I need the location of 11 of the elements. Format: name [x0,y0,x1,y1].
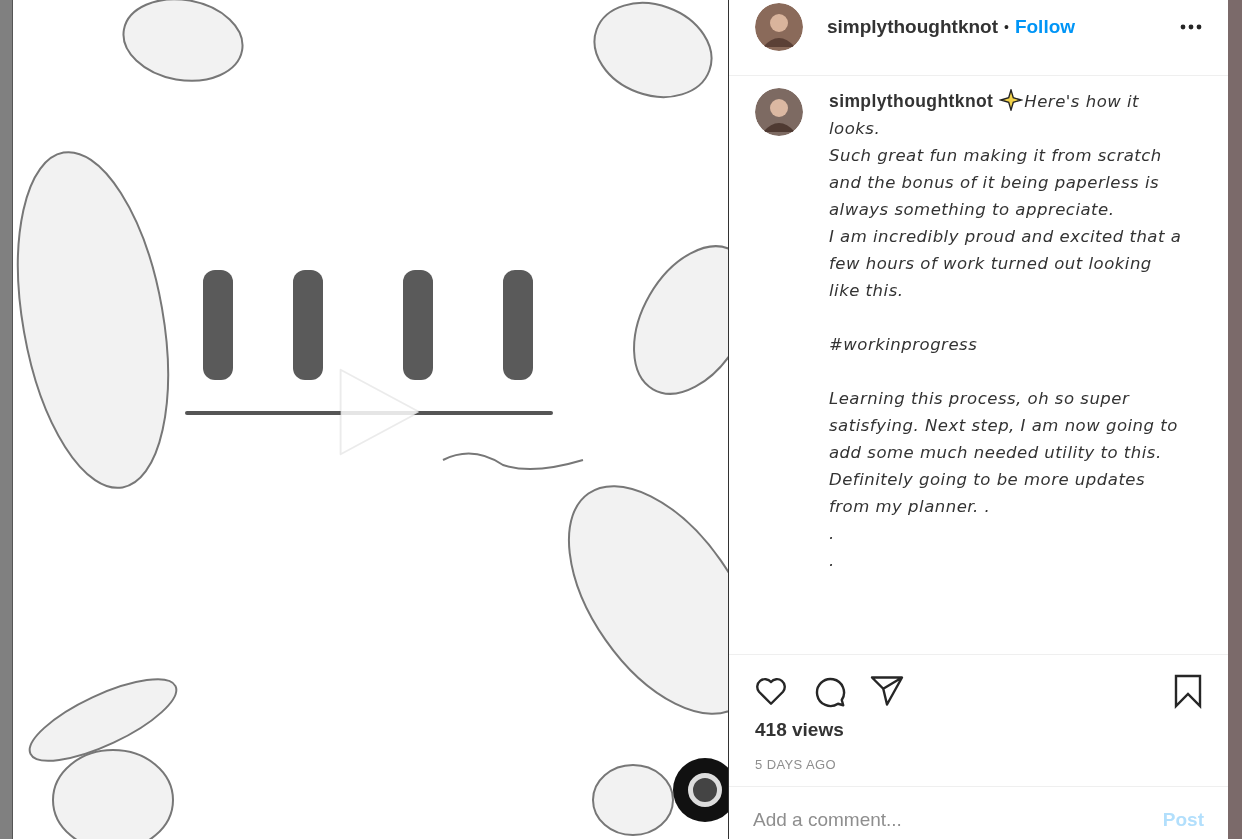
separator-dot: • [1004,18,1009,35]
view-count: 418 views [754,718,845,741]
username-link[interactable]: simplythoughtknot [827,15,998,38]
share-icon[interactable] [869,673,905,709]
caption-text: simplythoughtknot Here's how it looks. Such great fun making it from scratch and the bonus of it being paperless is always something to appreciate. I am incredibly proud and excited that a few hours of work turned out looking like this. #workinprogress Learning this process, oh so super satisfying. Next step, I am now going to add some much needed utility to this. Definitely going to be more updates from my planner. . . . [829,88,1183,572]
more-options-icon[interactable] [1180,23,1202,30]
avatar-icon[interactable] [755,2,803,51]
sparkle-icon [999,89,1024,111]
username-link[interactable]: simplythoughtknot [829,91,994,111]
post-time: 5 DAYS AGO [729,741,1228,787]
avatar-icon[interactable] [755,88,803,136]
